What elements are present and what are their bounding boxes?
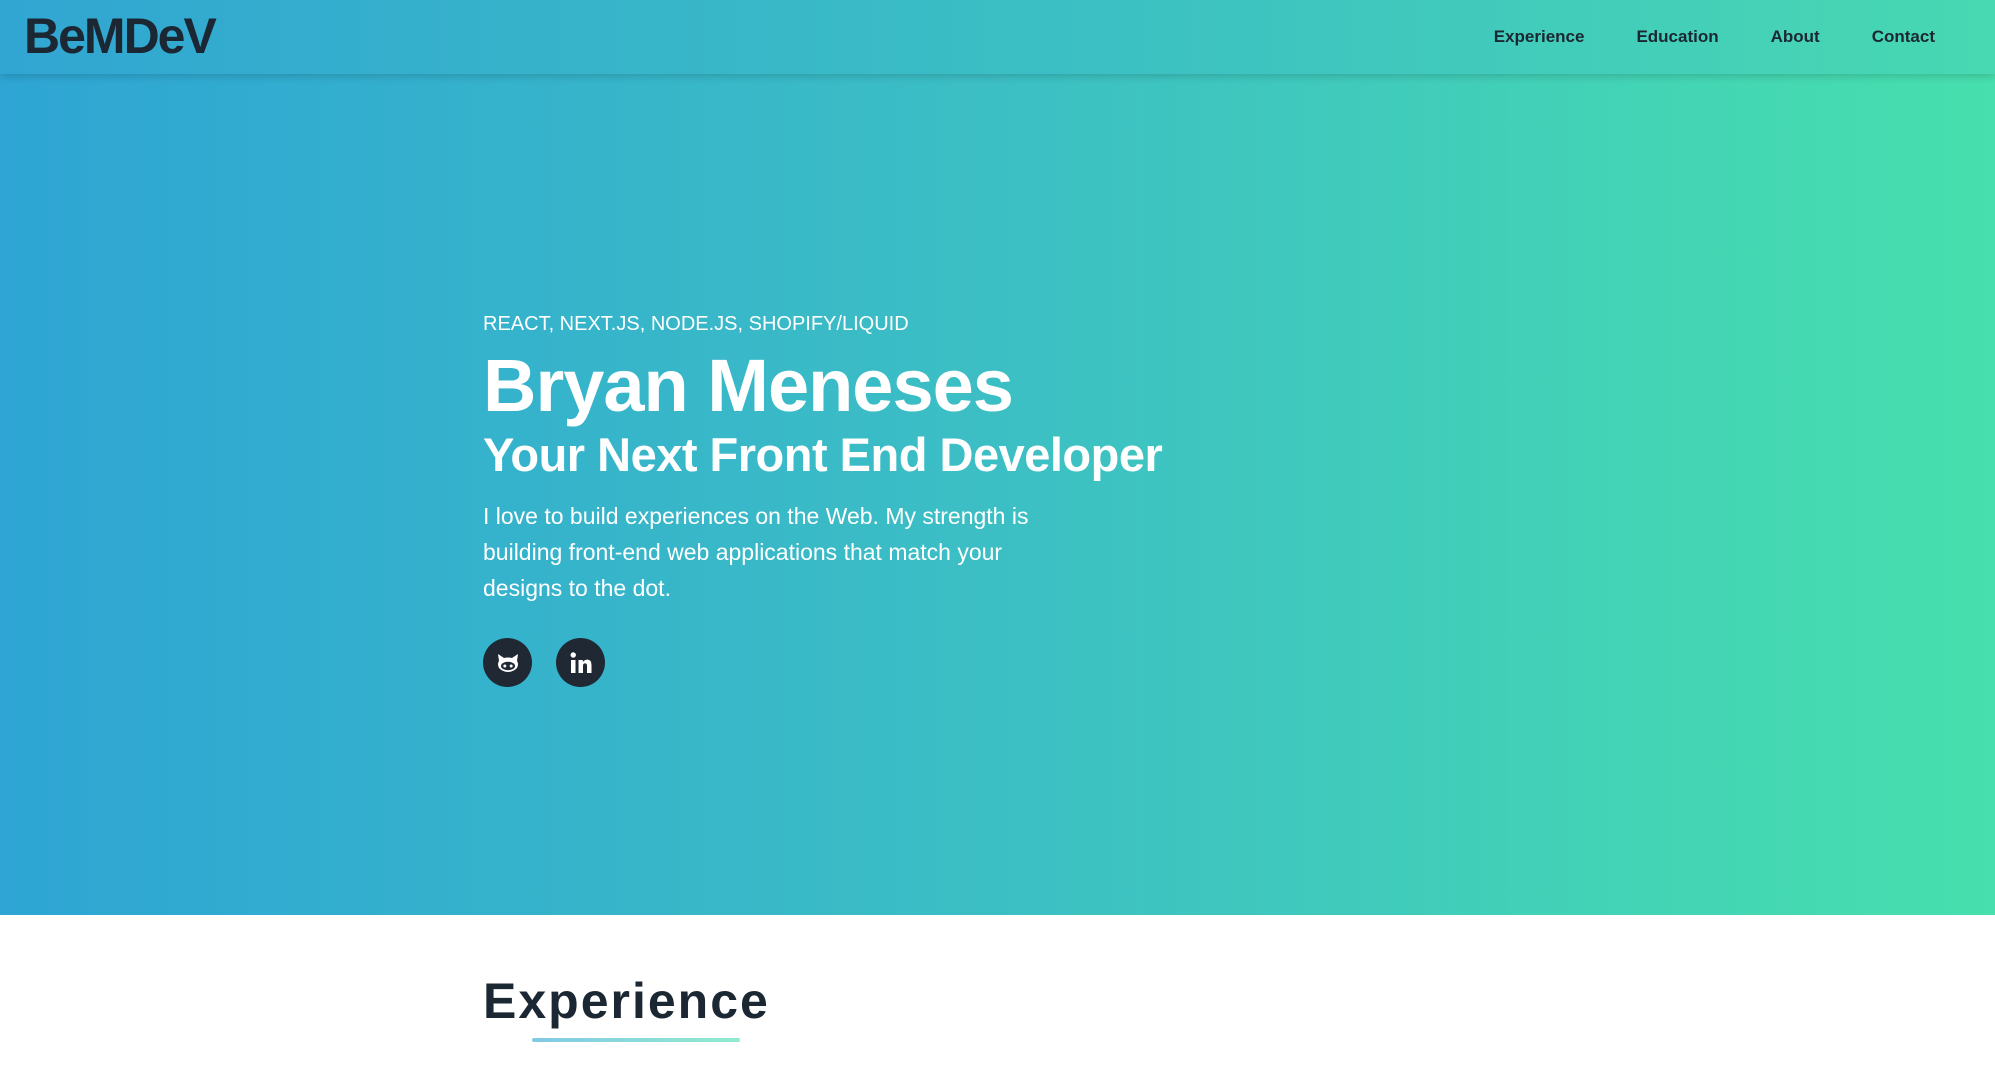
nav-link-about[interactable]: About: [1771, 27, 1820, 47]
page: BeMDeV Experience Education About Contac…: [0, 0, 1995, 1071]
hero-tagline: REACT, NEXT.JS, NODE.JS, SHOPIFY/LIQUID: [483, 313, 909, 335]
nav-link-experience[interactable]: Experience: [1494, 27, 1585, 47]
experience-title-underline: [532, 1038, 740, 1042]
experience-title: Experience: [483, 973, 770, 1029]
logo[interactable]: BeMDeV: [24, 8, 217, 64]
hero-name: Bryan Meneses: [483, 344, 1014, 427]
linkedin-icon: [568, 650, 594, 676]
hero-content: REACT, NEXT.JS, NODE.JS, SHOPIFY/LIQUID …: [483, 310, 1283, 687]
nav-link-contact[interactable]: Contact: [1872, 27, 1935, 47]
github-icon: [495, 652, 521, 674]
experience-section: Experience: [483, 972, 770, 1042]
hero-subtitle: Your Next Front End Developer: [483, 428, 1163, 481]
nav-link-education[interactable]: Education: [1636, 27, 1718, 47]
github-link[interactable]: [483, 638, 532, 687]
linkedin-link[interactable]: [556, 638, 605, 687]
hero-section: REACT, NEXT.JS, NODE.JS, SHOPIFY/LIQUID …: [0, 0, 1995, 915]
main-nav: Experience Education About Contact: [1442, 0, 1935, 74]
social-links: [483, 638, 1283, 687]
navbar: BeMDeV Experience Education About Contac…: [0, 0, 1995, 74]
hero-description: I love to build experiences on the Web. …: [483, 503, 1029, 601]
